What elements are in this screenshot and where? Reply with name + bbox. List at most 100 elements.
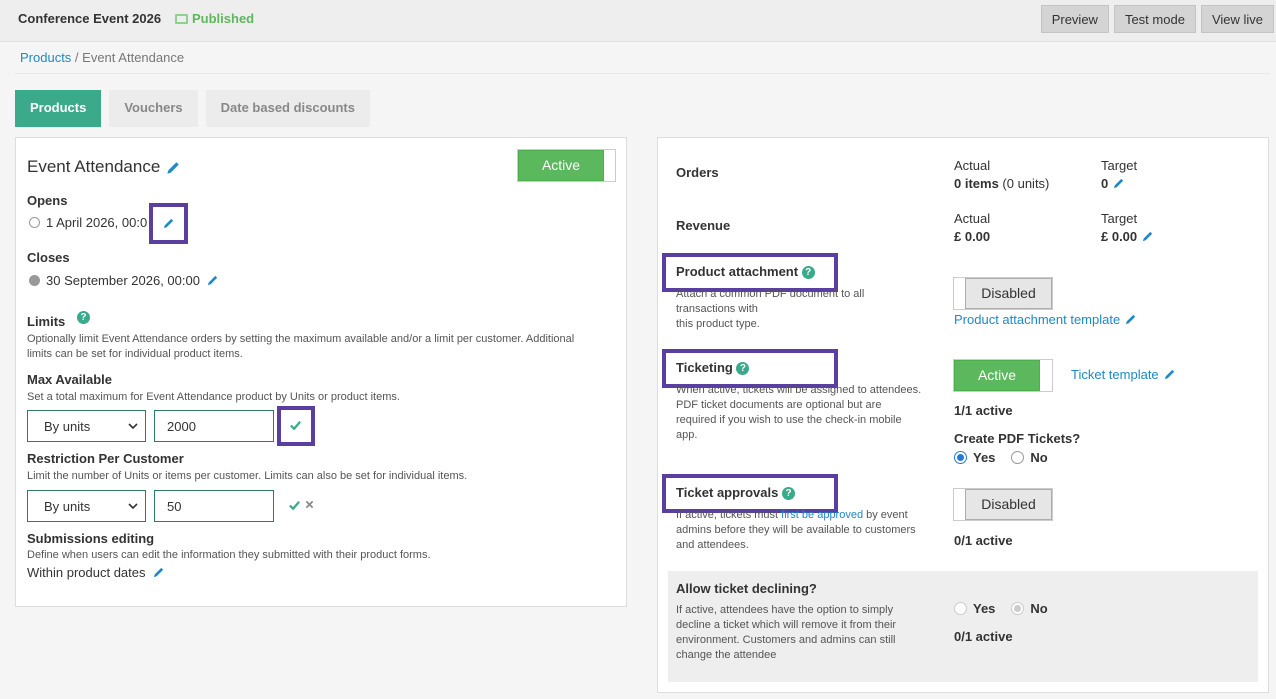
- desc-text: by event: [863, 509, 908, 521]
- header-buttons: Preview Test mode View live: [1040, 5, 1274, 33]
- opens-label: Opens: [27, 193, 68, 208]
- ticketing-label: Ticketing ?: [676, 360, 750, 376]
- desc-line: If active, attendees have the option to …: [676, 604, 894, 616]
- ticket-declining-options: Yes No: [954, 601, 1048, 616]
- orders-actual-units: (0 units): [998, 176, 1050, 191]
- product-active-toggle[interactable]: Active: [517, 149, 616, 182]
- pencil-icon[interactable]: [162, 217, 175, 230]
- orders-actual-value: 0 items (0 units): [954, 176, 1049, 191]
- opens-date: 1 April 2026, 00:0: [46, 215, 148, 230]
- help-icon[interactable]: ?: [736, 362, 750, 376]
- pencil-icon[interactable]: [152, 566, 165, 579]
- max-available-label: Max Available: [27, 372, 113, 387]
- closes-date: 30 September 2026, 00:00: [46, 273, 200, 288]
- limits-label: Limits ?: [27, 311, 90, 329]
- product-attachment-label: Product attachment ?: [676, 264, 815, 280]
- desc-line: transactions with: [676, 303, 758, 315]
- desc-line: change the attendee: [676, 649, 777, 661]
- breadcrumb-products-link[interactable]: Products: [20, 50, 71, 65]
- cross-icon[interactable]: [304, 499, 315, 510]
- declining-no-radio[interactable]: [1011, 602, 1025, 615]
- max-available-description: Set a total maximum for Event Attendance…: [27, 391, 400, 403]
- closes-radio[interactable]: [29, 275, 40, 286]
- desc-line: Attach a common PDF document to all: [676, 288, 865, 300]
- restriction-select[interactable]: By units: [27, 490, 146, 522]
- create-pdf-label: Create PDF Tickets?: [954, 431, 1081, 446]
- max-available-input[interactable]: 2000: [154, 410, 274, 442]
- pencil-icon[interactable]: [1141, 230, 1154, 243]
- toggle-handle: [954, 278, 965, 309]
- declining-yes-radio[interactable]: [954, 602, 967, 615]
- revenue-target-value: £ 0.00: [1101, 229, 1154, 244]
- ticketing-toggle-label: Active: [954, 360, 1040, 391]
- target-label: Target: [1101, 158, 1138, 173]
- pencil-icon[interactable]: [1124, 313, 1137, 326]
- actual-label: Actual: [954, 211, 991, 226]
- help-icon[interactable]: ?: [76, 311, 90, 325]
- pencil-icon[interactable]: [165, 160, 181, 176]
- monitor-icon: [175, 13, 188, 24]
- product-attachment-label-text: Product attachment: [676, 264, 799, 279]
- radio-dot: [957, 454, 964, 461]
- ticket-approvals-toggle[interactable]: Disabled: [953, 488, 1053, 521]
- product-attachment-template-link[interactable]: Product attachment template: [954, 312, 1120, 327]
- restriction-input[interactable]: 50: [154, 490, 274, 522]
- desc-line: app.: [676, 429, 698, 441]
- check-icon[interactable]: [288, 499, 301, 512]
- orders-target: Target 0: [1101, 158, 1137, 191]
- orders-target-number: 0: [1101, 176, 1109, 191]
- desc-line: decline a ticket which will remove it fr…: [676, 619, 897, 631]
- ticketing-count: 1/1 active: [954, 403, 1013, 418]
- ticket-template-link[interactable]: Ticket template: [1071, 367, 1159, 382]
- help-icon[interactable]: ?: [782, 487, 795, 501]
- chevron-down-icon: [128, 423, 138, 430]
- publish-status: Published: [175, 11, 254, 26]
- desc-line: and attendees.: [676, 539, 749, 551]
- tab-vouchers[interactable]: Vouchers: [109, 90, 198, 127]
- radio-dot: [1014, 605, 1022, 612]
- ticket-approvals-toggle-label: Disabled: [965, 489, 1052, 520]
- first-be-approved-link[interactable]: first be approved: [781, 509, 863, 521]
- chevron-down-icon: [128, 503, 138, 510]
- publish-status-label: Published: [192, 11, 255, 26]
- desc-line: environment. Customers and admins can st…: [676, 634, 896, 646]
- breadcrumb-separator: /: [71, 50, 83, 65]
- product-attachment-toggle-label: Disabled: [965, 278, 1052, 309]
- pencil-icon[interactable]: [1112, 177, 1125, 190]
- test-mode-button[interactable]: Test mode: [1113, 5, 1196, 33]
- check-icon[interactable]: [289, 419, 302, 432]
- tab-date-based-discounts[interactable]: Date based discounts: [205, 90, 370, 127]
- limits-description: Optionally limit Event Attendance orders…: [27, 332, 622, 362]
- create-pdf-no-radio[interactable]: [1011, 451, 1025, 464]
- ticket-approvals-label-text: Ticket approvals: [676, 485, 779, 500]
- ticket-approvals-description: If active, tickets must first be approve…: [676, 508, 916, 553]
- product-overview-panel: Orders Actual 0 items (0 units) Target 0…: [657, 137, 1269, 693]
- pencil-icon[interactable]: [206, 274, 219, 287]
- tab-bar: Products Vouchers Date based discounts: [15, 90, 370, 127]
- ticketing-label-text: Ticketing: [676, 360, 733, 375]
- orders-label: Orders: [676, 165, 719, 180]
- opens-radio[interactable]: [29, 217, 40, 228]
- revenue-actual: Actual £ 0.00: [954, 211, 990, 244]
- ticketing-toggle[interactable]: Active: [953, 359, 1053, 392]
- target-label: Target: [1101, 211, 1138, 226]
- product-attachment-toggle[interactable]: Disabled: [953, 277, 1053, 310]
- revenue-target: Target £ 0.00: [1101, 211, 1154, 244]
- opens-value: 1 April 2026, 00:0: [29, 215, 147, 230]
- max-available-input-value: 2000: [167, 419, 196, 434]
- product-active-toggle-label: Active: [518, 150, 604, 181]
- top-bar: Conference Event 2026 Published Preview …: [0, 0, 1276, 42]
- preview-button[interactable]: Preview: [1040, 5, 1109, 33]
- view-live-button[interactable]: View live: [1200, 5, 1274, 33]
- pencil-icon[interactable]: [1163, 368, 1176, 381]
- submissions-value: Within product dates: [27, 565, 165, 580]
- create-pdf-yes-label: Yes: [973, 450, 996, 465]
- product-attachment-description: Attach a common PDF document to all tran…: [676, 287, 864, 332]
- orders-target-value: 0: [1101, 176, 1137, 191]
- help-icon[interactable]: ?: [801, 266, 815, 280]
- max-available-select[interactable]: By units: [27, 410, 146, 442]
- desc-line: PDF ticket documents are optional but ar…: [676, 399, 882, 411]
- max-available-select-value: By units: [44, 419, 91, 434]
- create-pdf-yes-radio[interactable]: [954, 451, 967, 464]
- tab-products[interactable]: Products: [15, 90, 102, 127]
